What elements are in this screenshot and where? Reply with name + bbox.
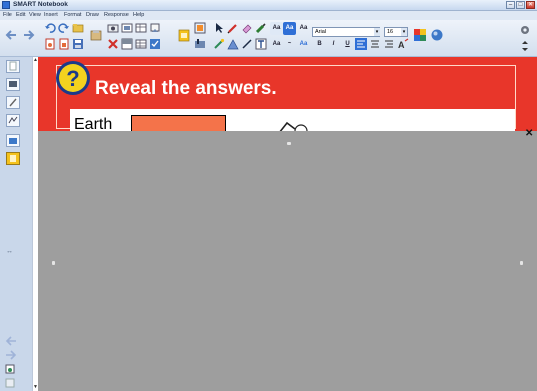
- highlighter-icon[interactable]: [255, 22, 267, 34]
- smart-notebook-app-icon: [2, 1, 10, 9]
- page-sorter-icon[interactable]: [6, 60, 20, 73]
- forward-arrow-icon[interactable]: [23, 29, 35, 41]
- font-style-button-3[interactable]: Aa: [297, 22, 310, 35]
- panel-delete-page-icon[interactable]: [5, 378, 17, 388]
- panel-back-arrow-icon[interactable]: [5, 336, 17, 346]
- toolbar-move-icon[interactable]: [519, 40, 531, 52]
- bold-button[interactable]: B: [313, 38, 326, 51]
- align-right-icon[interactable]: [383, 38, 395, 50]
- underline-button[interactable]: U: [341, 38, 354, 51]
- gallery-tab-icon[interactable]: [6, 78, 20, 91]
- response-tab-icon[interactable]: [6, 152, 20, 165]
- menu-format[interactable]: Format: [64, 11, 81, 20]
- align-left-icon[interactable]: [355, 38, 367, 50]
- gear-icon[interactable]: [519, 24, 531, 36]
- table-icon[interactable]: [135, 38, 147, 50]
- open-folder-icon[interactable]: [72, 22, 84, 34]
- screen-shade-icon[interactable]: [121, 38, 133, 50]
- font-style-button-1[interactable]: Aa: [270, 22, 283, 35]
- delete-page-icon[interactable]: [58, 38, 70, 50]
- new-page-icon[interactable]: [44, 38, 56, 50]
- properties-tab-icon[interactable]: [6, 114, 20, 127]
- shade-top-handle[interactable]: [287, 142, 291, 145]
- color-palette-icon[interactable]: [413, 28, 427, 42]
- display-table-icon[interactable]: [135, 22, 147, 34]
- magic-pen-icon[interactable]: [213, 38, 225, 50]
- shade-close-button[interactable]: ✕: [525, 129, 533, 139]
- minimize-button[interactable]: –: [506, 1, 515, 9]
- gallery-icon[interactable]: [178, 29, 190, 42]
- back-arrow-icon[interactable]: [5, 29, 17, 41]
- menu-view[interactable]: View: [29, 11, 41, 20]
- svg-text:?: ?: [66, 66, 79, 91]
- add-ons-icon[interactable]: [6, 134, 20, 147]
- svg-text:A: A: [398, 40, 405, 50]
- shade-right-handle[interactable]: [520, 261, 523, 265]
- properties-icon[interactable]: [149, 38, 161, 50]
- align-center-icon[interactable]: [369, 38, 381, 50]
- undo-icon[interactable]: [44, 22, 56, 34]
- lesson-title: Reveal the answers.: [95, 78, 277, 99]
- menu-response[interactable]: Response: [104, 11, 129, 20]
- screen-ink-icon[interactable]: [194, 38, 206, 50]
- text-effects-icon[interactable]: A: [397, 38, 409, 50]
- chevron-down-icon[interactable]: ▾: [401, 28, 407, 36]
- paste-icon[interactable]: [89, 29, 103, 41]
- menu-file[interactable]: File: [3, 11, 12, 20]
- shape-style-icon[interactable]: [430, 28, 446, 42]
- menu-draw[interactable]: Draw: [86, 11, 99, 20]
- attachments-icon[interactable]: [6, 96, 20, 109]
- text-tool-icon[interactable]: [255, 38, 267, 50]
- redo-icon[interactable]: [58, 22, 70, 34]
- menu-help[interactable]: Help: [133, 11, 144, 20]
- font-style-button-5[interactable]: ~: [283, 38, 296, 51]
- font-style-button-6[interactable]: Aa: [297, 38, 310, 51]
- select-arrow-icon[interactable]: [213, 22, 225, 34]
- chevron-down-icon[interactable]: ▾: [374, 28, 380, 36]
- font-style-button-4[interactable]: Aa: [270, 38, 283, 51]
- font-name-select[interactable]: Arial: [312, 27, 380, 37]
- fill-icon[interactable]: [194, 22, 206, 34]
- menu-insert[interactable]: Insert: [44, 11, 58, 20]
- shade-left-handle[interactable]: [52, 261, 55, 265]
- eraser-icon[interactable]: [241, 22, 253, 34]
- save-icon[interactable]: [72, 38, 84, 50]
- full-screen-icon[interactable]: [121, 22, 133, 34]
- menu-edit[interactable]: Edit: [16, 11, 25, 20]
- question-mark-icon: ?: [56, 61, 90, 95]
- italic-button[interactable]: I: [327, 38, 340, 51]
- panel-resize-icon[interactable]: ↔: [6, 248, 13, 255]
- title-bar: [0, 0, 537, 11]
- delete-icon[interactable]: [107, 38, 119, 50]
- screen-capture-icon[interactable]: [149, 22, 161, 34]
- panel-forward-arrow-icon[interactable]: [5, 350, 17, 360]
- window-close-button[interactable]: ✕: [526, 1, 535, 9]
- maximize-button[interactable]: □: [516, 1, 525, 9]
- window-title: SMART Notebook: [13, 1, 68, 8]
- font-style-button-2[interactable]: Aa: [283, 22, 296, 35]
- shapes-icon[interactable]: [227, 38, 239, 50]
- panel-add-page-icon[interactable]: [5, 364, 17, 374]
- document-camera-icon[interactable]: [107, 22, 119, 34]
- pen-icon[interactable]: [227, 22, 239, 34]
- screen-shade[interactable]: [38, 131, 537, 391]
- line-icon[interactable]: [241, 38, 253, 50]
